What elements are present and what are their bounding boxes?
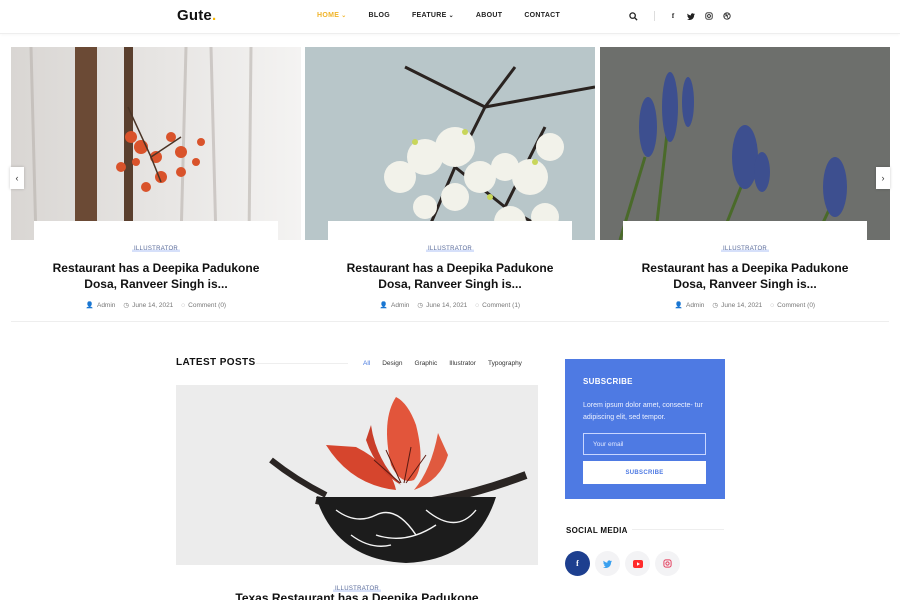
clock-icon: ◷ bbox=[123, 302, 130, 309]
comment-meta[interactable]: ◌ Comment (0) bbox=[770, 302, 815, 309]
slide[interactable]: ILLUSTRATOR Restaurant has a Deepika Pad… bbox=[305, 47, 595, 309]
chevron-left-icon: ‹ bbox=[15, 173, 19, 183]
facebook-icon[interactable]: f bbox=[668, 11, 678, 21]
instagram-icon[interactable] bbox=[704, 11, 714, 21]
user-icon: 👤 bbox=[674, 302, 683, 309]
comment-icon: ◌ bbox=[770, 301, 775, 309]
subscribe-button[interactable]: SUBSCRIBE bbox=[583, 461, 706, 484]
header-social: f bbox=[668, 11, 740, 21]
slide-title[interactable]: Restaurant has a Deepika Padukone Dosa, R… bbox=[328, 260, 572, 292]
subscribe-widget: SUBSCRIBE Lorem ipsum dolor amet, consec… bbox=[565, 359, 725, 499]
comment-meta[interactable]: ◌ Comment (0) bbox=[181, 302, 226, 309]
site-header: Gute. HOME ⌄ BLOG FEATURE ⌄ ABOUT CONTACT … bbox=[0, 0, 900, 34]
category-tag[interactable]: ILLUSTRATOR bbox=[131, 246, 181, 252]
nav-item-home[interactable]: HOME ⌄ bbox=[317, 12, 347, 19]
filter-tab-all[interactable]: All bbox=[363, 360, 370, 367]
post-image[interactable] bbox=[176, 385, 538, 565]
nav-item-blog[interactable]: BLOG bbox=[369, 12, 390, 19]
slide[interactable]: ILLUSTRATOR Restaurant has a Deepika Pad… bbox=[600, 47, 890, 309]
subscribe-description: Lorem ipsum dolor amet, consecte- tur ad… bbox=[583, 402, 703, 421]
main-nav: HOME ⌄ BLOG FEATURE ⌄ ABOUT CONTACT bbox=[317, 12, 582, 19]
social-media-links: f bbox=[565, 551, 680, 576]
filter-tab-graphic[interactable]: Graphic bbox=[414, 360, 437, 367]
email-field[interactable] bbox=[583, 433, 706, 455]
date-meta: ◷ June 14, 2021 bbox=[712, 301, 763, 310]
author-meta[interactable]: 👤 Admin bbox=[85, 301, 116, 310]
slide-card: ILLUSTRATOR Restaurant has a Deepika Pad… bbox=[34, 221, 278, 310]
comment-icon: ◌ bbox=[181, 301, 186, 309]
post-filter-tabs: All Design Graphic Illustrator Typograph… bbox=[363, 360, 522, 367]
post-meta: 👤 Admin ◷ June 14, 2021 ◌ Comment (0) bbox=[34, 301, 278, 310]
date-meta: ◷ June 14, 2021 bbox=[417, 301, 468, 310]
author-meta[interactable]: 👤 Admin bbox=[674, 301, 705, 310]
slide-image[interactable] bbox=[305, 47, 595, 240]
user-icon: 👤 bbox=[379, 302, 388, 309]
user-icon: 👤 bbox=[85, 302, 94, 309]
facebook-icon[interactable]: f bbox=[565, 551, 590, 576]
section-divider bbox=[11, 321, 889, 322]
slider-prev-button[interactable]: ‹ bbox=[10, 167, 24, 189]
chevron-down-icon: ⌄ bbox=[341, 13, 347, 19]
slider-next-button[interactable]: › bbox=[876, 167, 890, 189]
instagram-icon[interactable] bbox=[655, 551, 680, 576]
youtube-icon[interactable] bbox=[625, 551, 650, 576]
nav-item-feature[interactable]: FEATURE ⌄ bbox=[412, 12, 454, 19]
post-title[interactable]: Texas Restaurant has a Deepika Padukone bbox=[176, 591, 538, 600]
dribbble-icon[interactable] bbox=[722, 11, 732, 21]
slide-title[interactable]: Restaurant has a Deepika Padukone Dosa, R… bbox=[34, 260, 278, 292]
category-tag[interactable]: ILLUSTRATOR bbox=[720, 246, 770, 252]
slide-card: ILLUSTRATOR Restaurant has a Deepika Pad… bbox=[623, 221, 867, 310]
twitter-icon[interactable] bbox=[686, 11, 696, 21]
featured-slider: ILLUSTRATOR Restaurant has a Deepika Pad… bbox=[0, 47, 900, 309]
chevron-right-icon: › bbox=[881, 173, 885, 183]
filter-tab-design[interactable]: Design bbox=[382, 360, 402, 367]
clock-icon: ◷ bbox=[712, 302, 719, 309]
filter-tab-illustrator[interactable]: Illustrator bbox=[449, 360, 476, 367]
header-divider bbox=[654, 11, 655, 21]
comment-icon: ◌ bbox=[475, 301, 480, 309]
social-media-title: SOCIAL MEDIA bbox=[566, 526, 628, 535]
nav-item-about[interactable]: ABOUT bbox=[476, 12, 502, 19]
title-underline bbox=[632, 529, 724, 530]
subscribe-title: SUBSCRIBE bbox=[583, 377, 633, 386]
post-meta: 👤 Admin ◷ June 14, 2021 ◌ Comment (0) bbox=[623, 301, 867, 310]
category-tag[interactable]: ILLUSTRATOR bbox=[425, 246, 475, 252]
twitter-icon[interactable] bbox=[595, 551, 620, 576]
title-underline bbox=[256, 363, 348, 364]
comment-meta[interactable]: ◌ Comment (1) bbox=[475, 302, 520, 309]
slide-image[interactable] bbox=[11, 47, 301, 240]
slide-title[interactable]: Restaurant has a Deepika Padukone Dosa, R… bbox=[623, 260, 867, 292]
slide-image[interactable] bbox=[600, 47, 890, 240]
clock-icon: ◷ bbox=[417, 302, 424, 309]
slide-card: ILLUSTRATOR Restaurant has a Deepika Pad… bbox=[328, 221, 572, 310]
nav-item-contact[interactable]: CONTACT bbox=[524, 12, 560, 19]
date-meta: ◷ June 14, 2021 bbox=[123, 301, 174, 310]
header-actions: f bbox=[628, 11, 740, 21]
author-meta[interactable]: 👤 Admin bbox=[379, 301, 410, 310]
site-logo[interactable]: Gute. bbox=[177, 7, 216, 24]
latest-posts-section: LATEST POSTS All Design Graphic Illustra… bbox=[176, 357, 538, 600]
post-meta: 👤 Admin ◷ June 14, 2021 ◌ Comment (1) bbox=[328, 301, 572, 310]
slide[interactable]: ILLUSTRATOR Restaurant has a Deepika Pad… bbox=[11, 47, 301, 309]
search-icon[interactable] bbox=[628, 11, 638, 21]
chevron-down-icon: ⌄ bbox=[448, 13, 454, 19]
filter-tab-typography[interactable]: Typography bbox=[488, 360, 522, 367]
